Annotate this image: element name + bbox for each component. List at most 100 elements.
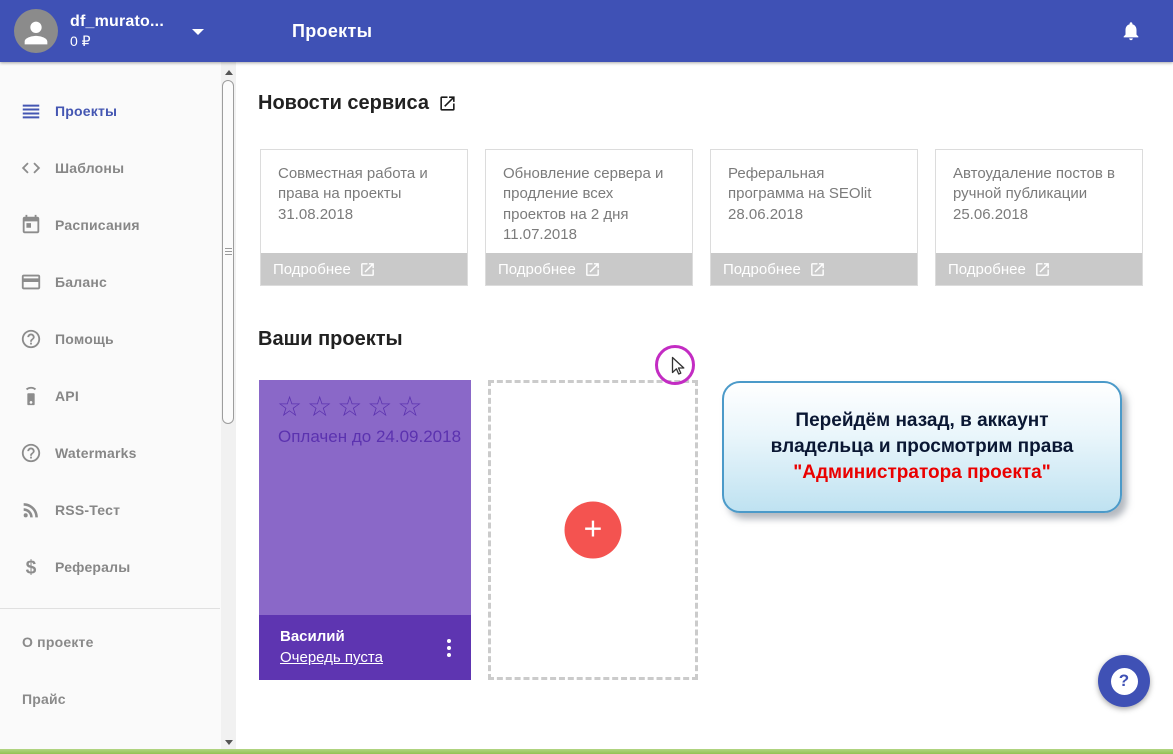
news-card-date: 11.07.2018 [503,225,678,245]
news-more-link[interactable]: Подробнее [261,253,467,285]
help-fab-button[interactable]: ? [1098,655,1150,707]
sidebar-item-label: RSS-Тест [55,502,120,518]
news-card-text: Автоудаление постов в ручной публикации2… [936,150,1142,253]
sidebar-item-label: Рефералы [55,559,130,575]
sidebar-item-referrals[interactable]: $ Рефералы [0,538,236,595]
user-name: df_murato... [70,13,164,31]
sidebar-link-about[interactable]: О проекте [0,613,236,670]
project-card[interactable]: ☆☆☆☆☆ Оплачен до 24.09.2018 Василий Очер… [259,380,471,680]
sidebar-item-label: Проекты [55,103,117,119]
help-icon [20,441,46,465]
sidebar-item-label: Watermarks [55,445,137,461]
projects-section-heading: Ваши проекты [258,328,403,351]
credit-card-icon [20,270,46,294]
avatar [14,9,58,53]
callout-line-2: владельца и просмотрим права [732,434,1112,460]
sidebar-item-projects[interactable]: Проекты [0,82,236,139]
callout-line-3: "Администратора проекта" [732,460,1112,486]
sidebar-item-watermarks[interactable]: Watermarks [0,424,236,481]
sidebar: Проекты Шаблоны Расписания Баланс Помощь API W… [0,62,236,754]
external-link-icon [809,261,826,278]
calendar-icon [20,213,46,237]
news-more-link[interactable]: Подробнее [711,253,917,285]
svg-text:$: $ [26,557,37,578]
kebab-menu-icon[interactable] [441,633,457,663]
remote-icon [20,384,46,408]
news-more-link[interactable]: Подробнее [936,253,1142,285]
news-card-date: 28.06.2018 [728,205,903,225]
external-link-icon[interactable] [438,94,457,113]
news-more-label: Подробнее [273,261,351,278]
news-card: Автоудаление постов в ручной публикации2… [935,149,1143,286]
sidebar-item-templates[interactable]: Шаблоны [0,139,236,196]
person-icon [19,16,53,50]
sidebar-item-label: Помощь [55,331,114,347]
project-rating-stars[interactable]: ☆☆☆☆☆ [259,380,471,424]
triangle-up-icon [225,70,233,75]
callout-line-1: Перейдём назад, в аккаунт [732,408,1112,434]
scroll-up-button[interactable] [221,64,236,80]
external-link-icon [584,261,601,278]
sidebar-scrollbar[interactable] [221,62,236,754]
external-link-icon [359,261,376,278]
cursor-arrow-icon [666,355,690,379]
sidebar-link-pricing[interactable]: Прайс [0,670,236,727]
news-card-date: 25.06.2018 [953,205,1128,225]
scrollbar-thumb[interactable] [222,80,234,424]
news-section-heading: Новости сервиса [258,92,457,115]
news-card: Реферальная программа на SEOlit28.06.201… [710,149,918,286]
sidebar-item-label: Расписания [55,217,140,233]
external-link-icon [1034,261,1051,278]
triangle-down-icon [225,740,233,745]
news-card: Обновление сервера и продление всех прое… [485,149,693,286]
scrollbar-grip-icon [225,248,232,256]
question-mark-icon: ? [1111,668,1138,695]
project-name: Василий [280,628,383,645]
sidebar-item-label: API [55,388,79,404]
scroll-down-button[interactable] [221,734,236,750]
sidebar-item-api[interactable]: API [0,367,236,424]
news-card-title: Реферальная программа на SEOlit [728,164,903,205]
news-more-link[interactable]: Подробнее [486,253,692,285]
news-card-text: Обновление сервера и продление всех прое… [486,150,692,253]
news-heading-text: Новости сервиса [258,92,429,115]
chevron-down-icon [192,29,204,35]
notifications-bell-icon[interactable] [1120,20,1142,42]
news-card-title: Обновление сервера и продление всех прое… [503,164,678,225]
sidebar-item-help[interactable]: Помощь [0,310,236,367]
sidebar-links: О проектеПрайсКонтакты [0,609,236,754]
top-header: df_murato... 0 ₽ Проекты [0,0,1173,62]
news-card-title: Совместная работа и права на проекты [278,164,453,205]
tutorial-progress-bar [0,749,1173,754]
news-more-label: Подробнее [498,261,576,278]
news-card-text: Реферальная программа на SEOlit28.06.201… [711,150,917,253]
user-meta: df_murato... 0 ₽ [70,13,164,50]
add-project-card[interactable]: + [488,380,698,680]
project-info: Василий Очередь пуста [280,628,383,667]
news-card-title: Автоудаление постов в ручной публикации [953,164,1128,205]
news-card: Совместная работа и права на проекты31.0… [260,149,468,286]
sidebar-nav: Проекты Шаблоны Расписания Баланс Помощь API W… [0,62,236,595]
news-cards-row: Совместная работа и права на проекты31.0… [260,149,1143,286]
news-more-label: Подробнее [948,261,1026,278]
sidebar-item-label: Шаблоны [55,160,124,176]
add-project-button[interactable]: + [565,502,622,559]
sidebar-item-rss-test[interactable]: RSS-Тест [0,481,236,538]
app-root: df_murato... 0 ₽ Проекты Проекты Шаблоны Р… [0,0,1173,754]
code-icon [20,156,46,180]
project-card-footer: Василий Очередь пуста [259,615,471,680]
sidebar-item-label: Баланс [55,274,107,290]
queue-status-link[interactable]: Очередь пуста [280,649,383,666]
mouse-cursor-highlight [655,345,695,385]
news-card-text: Совместная работа и права на проекты31.0… [261,150,467,253]
news-more-label: Подробнее [723,261,801,278]
reorder-icon [20,99,46,123]
news-card-date: 31.08.2018 [278,205,453,225]
page-title: Проекты [292,0,372,62]
projects-heading-text: Ваши проекты [258,328,403,351]
sidebar-item-schedules[interactable]: Расписания [0,196,236,253]
tutorial-callout: Перейдём назад, в аккаунт владельца и пр… [722,381,1122,513]
user-account-menu[interactable]: df_murato... 0 ₽ [14,9,204,53]
paid-until-label: Оплачен до 24.09.2018 [259,424,471,447]
sidebar-item-balance[interactable]: Баланс [0,253,236,310]
